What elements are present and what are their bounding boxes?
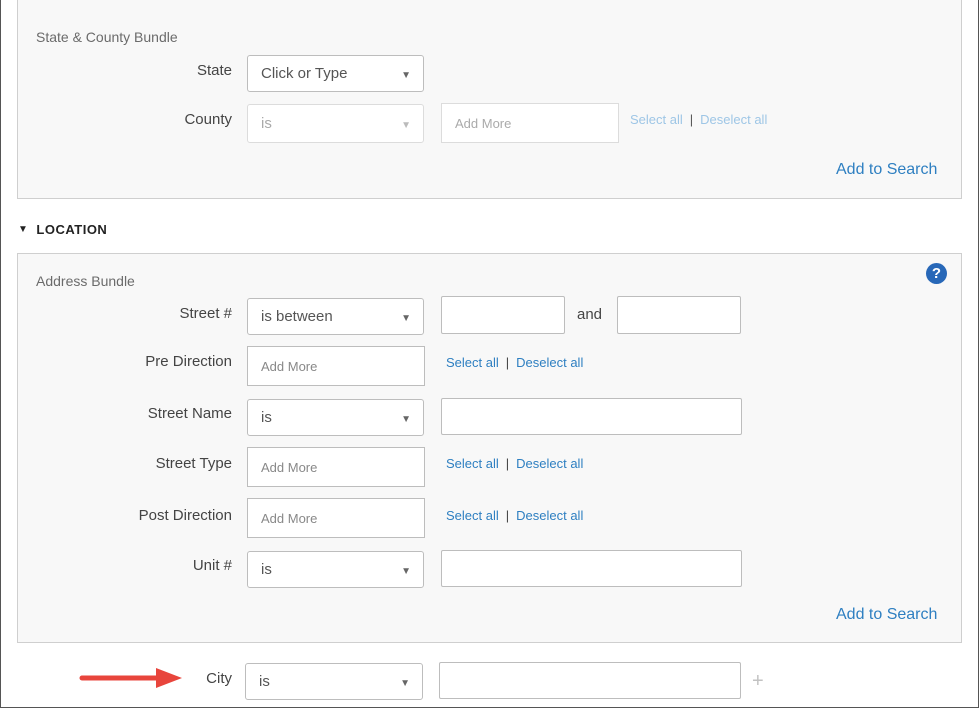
street-name-label: Street Name (147, 405, 232, 422)
pre-direction-label: Pre Direction (145, 353, 232, 370)
street-type-select-links: Select all | Deselect all (446, 456, 583, 471)
street-name-operator-select[interactable]: is ▼ (247, 399, 424, 436)
add-to-search-link[interactable]: Add to Search (836, 161, 937, 179)
county-add-more-input[interactable]: Add More (441, 103, 619, 143)
link-separator: | (505, 456, 510, 471)
location-section-toggle[interactable]: ▼ LOCATION (18, 222, 107, 237)
state-county-bundle-panel: State & County Bundle (17, 0, 962, 199)
deselect-all-link[interactable]: Deselect all (516, 508, 583, 523)
add-to-search-link[interactable]: Add to Search (836, 606, 937, 624)
chevron-down-icon: ▼ (400, 677, 410, 689)
panel-title: State & County Bundle (36, 29, 178, 45)
street-name-operator-value: is (261, 409, 272, 426)
state-select-value: Click or Type (261, 65, 348, 82)
select-all-link[interactable]: Select all (630, 112, 683, 127)
chevron-down-icon: ▼ (401, 312, 411, 324)
select-all-link[interactable]: Select all (446, 508, 499, 523)
unit-number-operator-select[interactable]: is ▼ (247, 551, 424, 588)
city-operator-value: is (259, 673, 270, 690)
and-label: and (577, 306, 603, 323)
street-number-operator-value: is between (261, 308, 333, 325)
post-direction-label: Post Direction (138, 507, 232, 524)
question-circle-icon[interactable]: ? (926, 263, 947, 284)
street-name-input[interactable] (441, 398, 742, 435)
pre-direction-add-more-input[interactable]: Add More (247, 346, 425, 386)
post-direction-add-more-input[interactable]: Add More (247, 498, 425, 538)
city-operator-select[interactable]: is ▼ (245, 663, 423, 700)
street-number-from-input[interactable] (441, 296, 565, 334)
plus-icon[interactable]: + (752, 670, 764, 693)
street-type-add-more-input[interactable]: Add More (247, 447, 425, 487)
county-operator-select[interactable]: is ▼ (247, 104, 424, 143)
pre-direction-select-links: Select all | Deselect all (446, 355, 583, 370)
unit-number-input[interactable] (441, 550, 742, 587)
state-select[interactable]: Click or Type ▼ (247, 55, 424, 92)
deselect-all-link[interactable]: Deselect all (516, 456, 583, 471)
chevron-down-icon: ▼ (401, 69, 411, 81)
county-label: County (184, 111, 232, 128)
unit-number-operator-value: is (261, 561, 272, 578)
caret-down-icon: ▼ (18, 224, 29, 235)
unit-number-label: Unit # (192, 557, 232, 574)
section-heading: LOCATION (36, 222, 108, 237)
panel-title: Address Bundle (36, 273, 135, 289)
link-separator: | (505, 508, 510, 523)
city-input[interactable] (439, 662, 741, 699)
link-separator: | (689, 112, 694, 127)
select-all-link[interactable]: Select all (446, 456, 499, 471)
street-number-to-input[interactable] (617, 296, 741, 334)
deselect-all-link[interactable]: Deselect all (700, 112, 767, 127)
county-operator-value: is (261, 115, 272, 132)
chevron-down-icon: ▼ (401, 119, 411, 131)
city-label: City (206, 670, 232, 687)
street-type-label: Street Type (155, 455, 232, 472)
deselect-all-link[interactable]: Deselect all (516, 355, 583, 370)
county-select-links: Select all | Deselect all (630, 112, 767, 127)
chevron-down-icon: ▼ (401, 413, 411, 425)
street-number-label: Street # (179, 305, 232, 322)
select-all-link[interactable]: Select all (446, 355, 499, 370)
link-separator: | (505, 355, 510, 370)
state-label: State (196, 62, 232, 79)
post-direction-select-links: Select all | Deselect all (446, 508, 583, 523)
chevron-down-icon: ▼ (401, 565, 411, 577)
street-number-operator-select[interactable]: is between ▼ (247, 298, 424, 335)
